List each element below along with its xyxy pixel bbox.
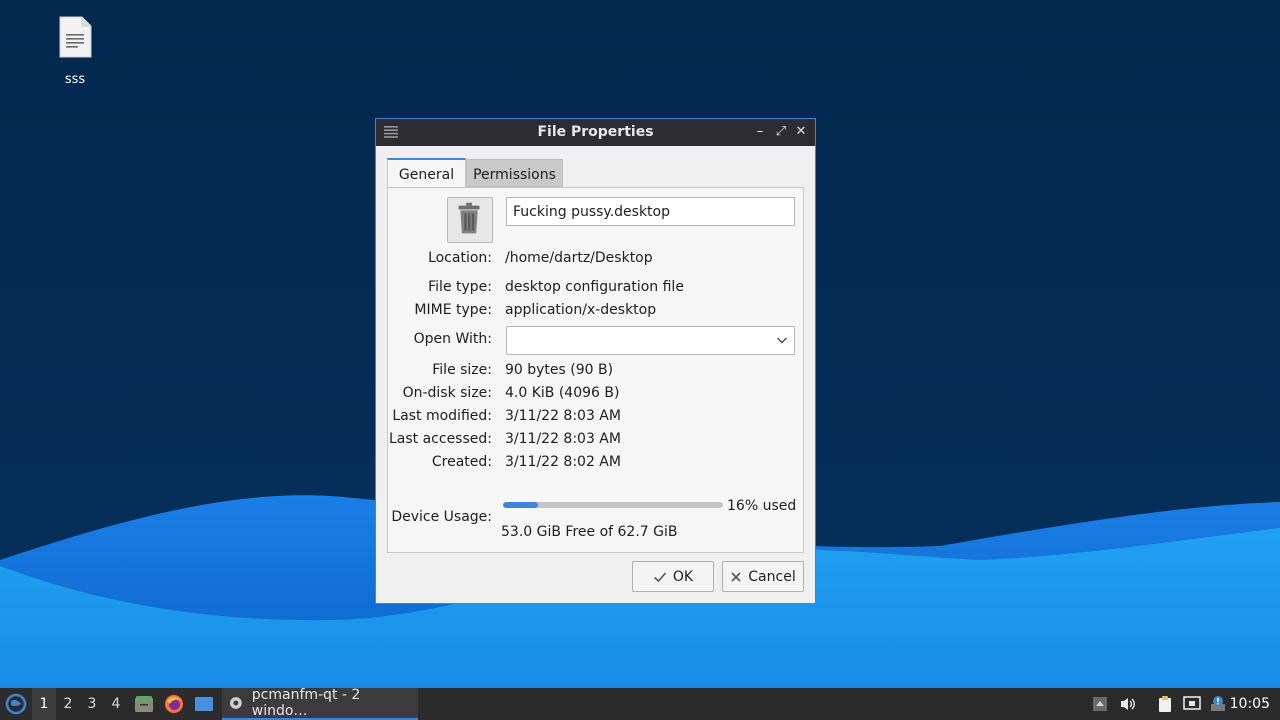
network-icon <box>1183 696 1201 710</box>
file-size-value: 90 bytes (90 B) <box>505 362 614 378</box>
window-titlebar[interactable]: File Properties – ⤢ ✕ <box>376 119 815 146</box>
close-icon <box>731 571 741 582</box>
checkmark-icon <box>653 571 666 582</box>
tab-general[interactable]: General <box>387 158 466 188</box>
taskbar-window-label: pcmanfm-qt - 2 windo… <box>251 687 361 719</box>
open-with-combo[interactable] <box>506 326 795 355</box>
chevron-down-icon <box>777 337 787 344</box>
file-manager-launcher[interactable] <box>132 688 156 720</box>
show-desktop-launcher[interactable] <box>192 688 216 720</box>
desktop-icon <box>195 697 213 711</box>
file-size-label: File size: <box>432 362 492 378</box>
window-title: File Properties <box>537 124 654 140</box>
file-icon-button[interactable] <box>447 197 493 243</box>
last-accessed-label: Last accessed: <box>388 431 492 447</box>
file-manager-icon <box>135 696 153 712</box>
firefox-launcher[interactable] <box>162 688 186 720</box>
cancel-button[interactable]: Cancel <box>722 561 804 592</box>
tab-permissions[interactable]: Permissions <box>466 159 563 187</box>
firefox-icon <box>165 695 183 713</box>
desktop-switch-2[interactable]: 2 <box>56 688 80 720</box>
taskbar: 1 2 3 4 pcmanfm-qt - 2 windo… 10:05 <box>0 687 1280 720</box>
last-accessed-value: 3/11/22 8:03 AM <box>505 431 621 447</box>
last-modified-label: Last modified: <box>392 408 492 424</box>
desktop-switch-1[interactable]: 1 <box>32 688 56 720</box>
arrow-up-icon <box>1093 697 1107 711</box>
notification-icon <box>1211 696 1225 711</box>
desktop-icon-label: sss <box>64 72 86 87</box>
filename-input[interactable] <box>506 197 795 226</box>
last-modified-value: 3/11/22 8:03 AM <box>505 408 621 424</box>
on-disk-size-label: On-disk size: <box>402 385 492 401</box>
desktop-switch-3[interactable]: 3 <box>80 688 104 720</box>
file-properties-window: File Properties – ⤢ ✕ General Permission… <box>375 118 816 604</box>
mime-type-label: MIME type: <box>414 302 492 318</box>
ok-button[interactable]: OK <box>632 561 714 592</box>
location-value: /home/dartz/Desktop <box>505 250 653 266</box>
file-type-value: desktop configuration file <box>505 279 684 295</box>
device-usage-bar <box>503 502 723 508</box>
notification-button[interactable] <box>1207 688 1229 720</box>
start-menu-button[interactable] <box>2 688 30 720</box>
clock[interactable]: 10:05 <box>1230 688 1270 720</box>
close-button[interactable]: ✕ <box>792 123 810 141</box>
volume-icon <box>1121 698 1135 710</box>
minimize-button[interactable]: – <box>751 123 769 141</box>
device-free-text: 53.0 GiB Free of 62.7 GiB <box>501 524 678 540</box>
on-disk-size-value: 4.0 KiB (4096 B) <box>505 385 620 401</box>
taskbar-window-button[interactable]: pcmanfm-qt - 2 windo… <box>222 687 418 720</box>
settings-gear-icon <box>229 697 242 709</box>
desktop-file-icon[interactable]: sss <box>45 16 105 87</box>
maximize-button[interactable]: ⤢ <box>772 123 790 141</box>
open-with-label: Open With: <box>413 331 492 347</box>
created-label: Created: <box>431 454 492 470</box>
created-value: 3/11/22 8:02 AM <box>505 454 621 470</box>
cancel-label: Cancel <box>748 568 796 585</box>
mime-type-value: application/x-desktop <box>505 302 657 318</box>
volume-button[interactable] <box>1117 688 1139 720</box>
ok-label: OK <box>672 568 694 585</box>
tray-expand-button[interactable] <box>1090 688 1110 720</box>
device-usage-fill <box>503 502 539 508</box>
lxqt-logo-icon <box>5 693 27 715</box>
trash-icon <box>458 202 480 234</box>
clipboard-icon <box>1159 696 1171 712</box>
file-type-label: File type: <box>428 279 492 295</box>
location-label: Location: <box>428 250 492 266</box>
device-usage-label: Device Usage: <box>391 509 492 525</box>
network-button[interactable] <box>1181 688 1203 720</box>
device-usage-percent: 16% used <box>727 498 797 514</box>
general-panel: Location: /home/dartz/Desktop File type:… <box>387 187 804 553</box>
desktop-switch-4[interactable]: 4 <box>104 688 128 720</box>
text-file-icon <box>59 16 92 58</box>
clipboard-button[interactable] <box>1154 688 1176 720</box>
